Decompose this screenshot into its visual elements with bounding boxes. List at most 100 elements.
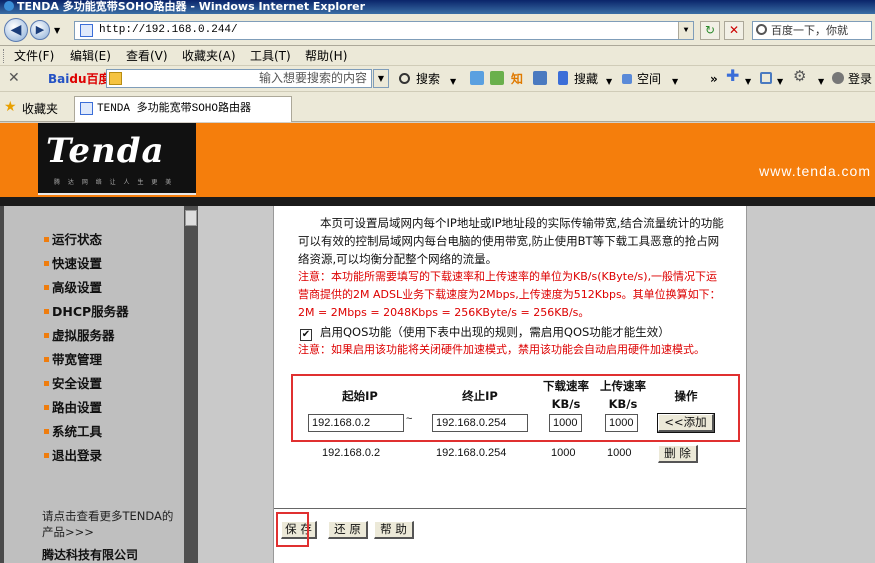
bullet-icon (44, 261, 49, 266)
menu-help[interactable]: 帮助(H) (305, 49, 347, 63)
chevron-more-icon[interactable]: » (710, 71, 718, 87)
page-description: 本页可设置局域网内每个IP地址或IP地址段的实际传输带宽,结合流量统计的功能可以… (298, 216, 724, 266)
menu-view[interactable]: 查看(V) (126, 49, 168, 63)
restore-button[interactable]: 还 原 (328, 521, 368, 539)
refresh-icon[interactable]: ↻ (700, 21, 720, 40)
header-action: 操作 (674, 389, 698, 403)
toolbar-search-icon[interactable] (399, 73, 410, 84)
search-icon (756, 24, 767, 35)
baidu-toolbar: ✕ Baidu百度 输入想要搜索的内容 ▼ 搜索 ▼ 知 搜藏 ▼ 空间 ▼ »… (0, 66, 875, 92)
toolbar-kongjian[interactable]: 空间 (637, 71, 661, 87)
window-title-bar: TENDA 多功能宽带SOHO路由器 - Windows Internet Ex… (0, 0, 875, 14)
sidebar-item-system-tools[interactable]: 系统工具 (44, 421, 102, 440)
toolbar-image-icon[interactable] (490, 71, 504, 85)
toolbar-input-hint: 输入想要搜索的内容 (258, 71, 367, 85)
menu-favorites[interactable]: 收藏夹(A) (182, 49, 236, 63)
history-dropdown-icon[interactable]: ▼ (54, 26, 60, 35)
layout-icon[interactable] (760, 72, 772, 84)
toolbar-zhidao[interactable]: 知 (511, 71, 523, 87)
header-end-ip: 终止IP (462, 389, 498, 403)
sidebar-item-logout[interactable]: 退出登录 (44, 445, 102, 464)
toolbar-grid-icon[interactable] (533, 71, 547, 85)
bullet-icon (44, 357, 49, 362)
address-url: http://192.168.0.244/ (99, 24, 238, 36)
star-icon[interactable]: ★ (4, 99, 17, 115)
kongjian-dropdown-icon[interactable]: ▼ (672, 74, 678, 90)
rule-end-ip: 192.168.0.254 (436, 447, 507, 459)
address-row: ◀ ▶ ▼ http://192.168.0.244/ ▼ ↻ ✕ 百度一下，你… (0, 14, 875, 46)
end-ip-input[interactable]: 192.168.0.254 (432, 414, 528, 432)
start-ip-input[interactable]: 192.168.0.2 (308, 414, 404, 432)
sidebar-item-dhcp[interactable]: DHCP服务器 (44, 301, 129, 320)
router-banner: Tenda 腾 达 网 络 让 人 生 更 美 www.tenda.com (0, 123, 875, 197)
favorites-bar: ★ 收藏夹 TENDA 多功能宽带SOHO路由器 (0, 92, 875, 122)
sidebar-item-status[interactable]: 运行状态 (44, 229, 102, 248)
gear-dropdown-icon[interactable]: ▼ (818, 74, 824, 90)
menu-file[interactable]: 文件(F) (14, 49, 54, 63)
toolbar-souzang[interactable]: 搜藏 (574, 71, 598, 87)
sidebar-item-virtual-server[interactable]: 虚拟服务器 (44, 325, 115, 344)
bullet-icon (44, 309, 49, 314)
download-rate-input[interactable]: 1000 (549, 414, 582, 432)
address-dropdown-icon[interactable]: ▼ (678, 22, 693, 39)
menu-bar: 文件(F) 编辑(E) 查看(V) 收藏夹(A) 工具(T) 帮助(H) (0, 46, 875, 66)
search-dropdown-icon[interactable]: ▼ (450, 74, 456, 90)
more-products-link[interactable]: 请点击查看更多TENDA的产品>>> (42, 508, 182, 540)
sidebar-edge (0, 206, 4, 563)
favorites-label[interactable]: 收藏夹 (22, 100, 58, 117)
banner-strip (0, 197, 875, 206)
menu-grip (3, 49, 6, 63)
logo-text: Tenda (46, 131, 165, 171)
search-input[interactable]: 百度一下，你就 (752, 21, 872, 40)
sidebar-item-routing[interactable]: 路由设置 (44, 397, 102, 416)
back-arrow-icon[interactable]: ◀ (4, 18, 28, 42)
layout-dropdown-icon[interactable]: ▼ (777, 74, 783, 90)
bullet-icon (44, 381, 49, 386)
add-icon[interactable]: ✚ (726, 68, 739, 84)
bullet-icon (44, 405, 49, 410)
close-toolbar-icon[interactable]: ✕ (8, 70, 20, 86)
help-button[interactable]: 帮 助 (374, 521, 414, 539)
toolbar-search-input[interactable]: 输入想要搜索的内容 (106, 69, 372, 88)
toolbar-search-button[interactable]: 搜索 (416, 71, 440, 87)
qos-toggle[interactable]: ✔ 启用QOS功能（使用下表中出现的规则，需启用QOS功能才能生效） (300, 324, 670, 341)
company-name: 腾达科技有限公司 (42, 548, 139, 562)
delete-rule-button[interactable]: 删 除 (658, 445, 698, 463)
unit-warning: 注意：本功能所需要填写的下载速率和上传速率的单位为KB/s(KByte/s),一… (298, 270, 721, 319)
menu-tools[interactable]: 工具(T) (250, 49, 291, 63)
browser-tab[interactable]: TENDA 多功能宽带SOHO路由器 (74, 96, 292, 122)
sidebar-scrollbar[interactable] (184, 206, 198, 563)
banner-url: www.tenda.com (759, 163, 871, 179)
toolbar-dropdown-icon[interactable]: ▼ (373, 69, 389, 88)
sidebar-item-quick-setup[interactable]: 快速设置 (44, 253, 102, 272)
upload-rate-input[interactable]: 1000 (605, 414, 638, 432)
stop-icon[interactable]: ✕ (724, 21, 744, 40)
toolbar-app-icon[interactable] (470, 71, 484, 85)
menu-edit[interactable]: 编辑(E) (70, 49, 111, 63)
scroll-thumb[interactable] (185, 210, 197, 226)
user-icon[interactable] (832, 72, 844, 84)
rule-start-ip: 192.168.0.2 (322, 447, 381, 459)
address-bar[interactable]: http://192.168.0.244/ ▼ (74, 21, 694, 40)
divider (274, 508, 746, 509)
sidebar-item-advanced[interactable]: 高级设置 (44, 277, 102, 296)
header-start-ip: 起始IP (342, 389, 378, 403)
sidebar-item-security[interactable]: 安全设置 (44, 373, 102, 392)
header-upload: 上传速率 (600, 379, 646, 393)
souzang-dropdown-icon[interactable]: ▼ (606, 74, 612, 90)
tab-title: TENDA 多功能宽带SOHO路由器 (97, 103, 252, 115)
baidu-logo[interactable]: Baidu百度 (48, 70, 111, 88)
rule-upload: 1000 (607, 447, 632, 459)
gear-icon[interactable]: ⚙ (793, 68, 806, 84)
search-placeholder: 百度一下，你就 (771, 24, 848, 37)
qos-checkbox[interactable]: ✔ (300, 329, 312, 341)
add-rule-button[interactable]: <<添加 (657, 413, 715, 433)
kongjian-icon[interactable] (622, 74, 632, 84)
header-upload-unit: KB/s (608, 397, 638, 411)
toolbar-login[interactable]: 登录 (848, 71, 872, 87)
forward-arrow-icon[interactable]: ▶ (30, 20, 50, 40)
add-dropdown-icon[interactable]: ▼ (745, 74, 751, 90)
souzang-icon[interactable] (558, 71, 568, 85)
sidebar-item-bandwidth[interactable]: 带宽管理 (44, 349, 102, 368)
page-icon (80, 24, 93, 37)
